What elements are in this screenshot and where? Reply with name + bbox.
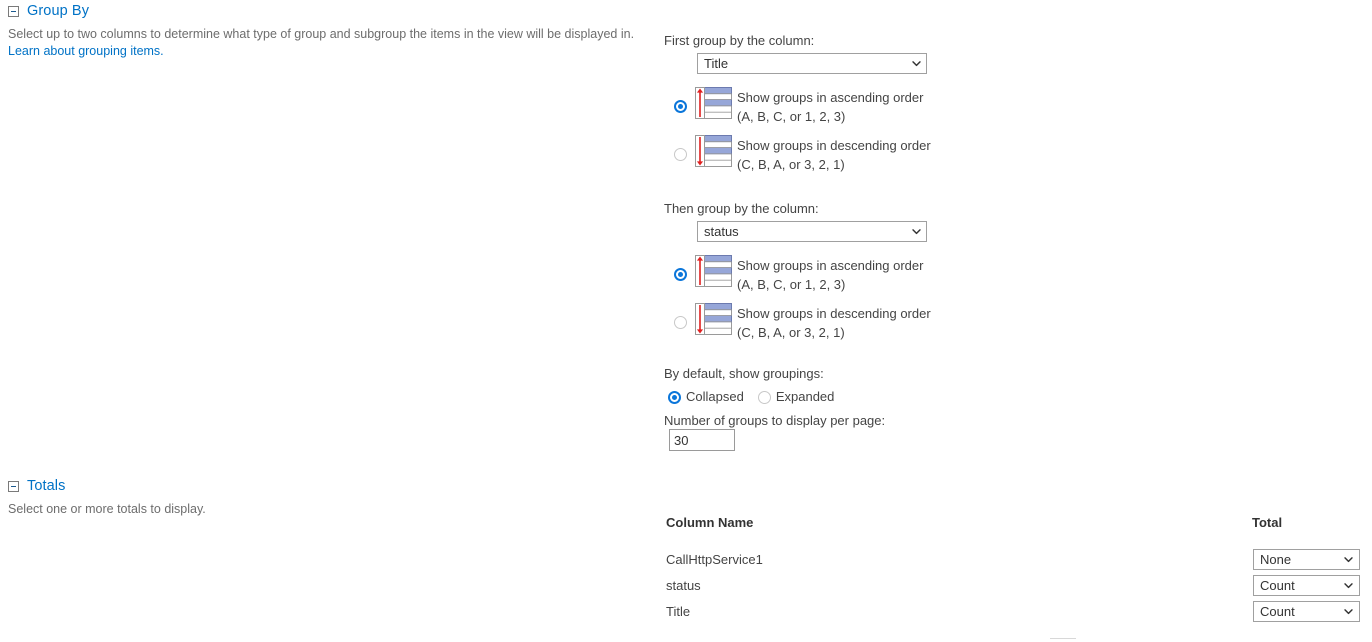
groupings-expanded-radio[interactable] — [757, 391, 771, 405]
total-header: Total — [1252, 515, 1283, 530]
sort-ascending-icon — [695, 87, 732, 119]
sort-descending-icon — [695, 303, 732, 335]
groups-per-page-input[interactable] — [669, 429, 735, 451]
first-group-descending-radio[interactable] — [674, 148, 687, 161]
sort-descending-icon — [695, 135, 732, 167]
then-group-descending-option[interactable]: Show groups in descending order (C, B, A… — [737, 304, 931, 342]
then-group-by-select-value: status — [704, 224, 739, 239]
totals-row-column-name: Title — [666, 604, 691, 619]
first-group-ascending-label: Show groups in ascending order — [737, 90, 924, 105]
then-group-by-select[interactable]: status — [697, 221, 927, 242]
totals-row-total-select[interactable]: Count — [1253, 575, 1360, 596]
totals-row-total-value: None — [1260, 552, 1292, 567]
then-group-ascending-hint: (A, B, C, or 1, 2, 3) — [737, 277, 846, 292]
totals-title: Totals — [27, 478, 66, 494]
group-by-description-text: Select up to two columns to determine wh… — [8, 27, 635, 41]
groupings-expanded-label: Expanded — [775, 389, 835, 404]
totals-row-total-select[interactable]: None — [1253, 549, 1360, 570]
totals-row-column-name: CallHttpService1 — [666, 552, 763, 567]
totals-row-total-value: Count — [1260, 604, 1295, 619]
first-group-by-select-value: Title — [704, 56, 729, 71]
then-group-descending-radio[interactable] — [674, 316, 687, 329]
first-group-descending-hint: (C, B, A, or 3, 2, 1) — [737, 157, 845, 172]
collapse-minus-icon[interactable] — [8, 480, 19, 492]
chevron-down-icon — [912, 229, 921, 235]
sort-ascending-icon — [695, 255, 732, 287]
totals-row-total-value: Count — [1260, 578, 1295, 593]
then-group-descending-hint: (C, B, A, or 3, 2, 1) — [737, 325, 845, 340]
totals-row-column-name: status — [666, 578, 701, 593]
column-name-header: Column Name — [666, 515, 754, 530]
group-by-description: Select up to two columns to determine wh… — [8, 26, 648, 60]
totals-section-header[interactable]: Totals — [8, 478, 65, 494]
then-group-descending-label: Show groups in descending order — [737, 306, 931, 321]
learn-about-grouping-items-link[interactable]: Learn about grouping items. — [8, 44, 164, 58]
table-row: status — [666, 578, 701, 593]
first-group-ascending-option[interactable]: Show groups in ascending order (A, B, C,… — [737, 88, 923, 126]
first-group-ascending-radio[interactable] — [674, 100, 687, 113]
collapse-minus-icon[interactable] — [8, 5, 19, 17]
groupings-expanded-option[interactable]: Expanded — [757, 389, 835, 405]
then-group-ascending-option[interactable]: Show groups in ascending order (A, B, C,… — [737, 256, 923, 294]
first-group-by-select[interactable]: Title — [697, 53, 927, 74]
totals-row-total-select[interactable]: Count — [1253, 601, 1360, 622]
bottom-cutoff-element — [1050, 638, 1076, 639]
totals-description: Select one or more totals to display. — [8, 502, 206, 516]
chevron-down-icon — [912, 61, 921, 67]
chevron-down-icon — [1344, 583, 1353, 589]
group-by-section-header[interactable]: Group By — [8, 3, 89, 19]
groups-per-page-label: Number of groups to display per page: — [664, 413, 886, 428]
first-group-descending-option[interactable]: Show groups in descending order (C, B, A… — [737, 136, 931, 174]
first-group-by-label: First group by the column: — [664, 33, 815, 48]
groupings-collapsed-option[interactable]: Collapsed — [668, 389, 744, 405]
chevron-down-icon — [1344, 557, 1353, 563]
then-group-by-label: Then group by the column: — [664, 201, 819, 216]
first-group-ascending-hint: (A, B, C, or 1, 2, 3) — [737, 109, 846, 124]
first-group-descending-label: Show groups in descending order — [737, 138, 931, 153]
groupings-collapsed-label: Collapsed — [686, 389, 744, 404]
group-by-title: Group By — [27, 3, 90, 19]
groupings-collapsed-radio[interactable] — [668, 391, 681, 405]
then-group-ascending-radio[interactable] — [674, 268, 687, 281]
chevron-down-icon — [1344, 609, 1353, 615]
then-group-ascending-label: Show groups in ascending order — [737, 258, 924, 273]
table-row: Title — [666, 604, 690, 619]
default-groupings-label: By default, show groupings: — [664, 366, 824, 381]
default-groupings-radio-group: Collapsed Expanded — [668, 389, 848, 405]
table-row: CallHttpService1 — [666, 552, 763, 567]
